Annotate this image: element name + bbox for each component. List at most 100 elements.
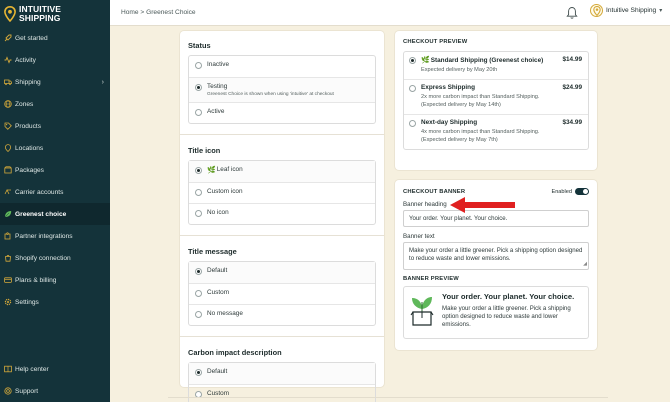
support-icon (4, 387, 12, 395)
option-label: Custom (207, 289, 230, 296)
shipping-option-next-day[interactable]: Next-day Shipping $34.99 4x more carbon … (404, 114, 588, 149)
shipping-options-list: 🌿Standard Shipping (Greenest choice) $14… (403, 51, 589, 151)
radio-button[interactable] (195, 268, 202, 275)
option-label: Leaf icon (216, 166, 243, 173)
radio-button[interactable] (195, 109, 202, 116)
sidebar-item-packages[interactable]: Packages (0, 159, 110, 181)
tag-icon (4, 122, 12, 130)
brand-name: INTUITIVE SHIPPING (19, 5, 61, 22)
shipping-option-description: 4x more carbon impact than Standard Ship… (421, 129, 582, 144)
sidebar-item-get-started[interactable]: Get started (0, 27, 110, 49)
shipping-option-name: Next-day Shipping (421, 119, 478, 127)
delivery-estimate-text: (Expected delivery by May 14th) (421, 101, 501, 108)
sidebar-item-label: Get started (15, 34, 48, 42)
avatar (590, 4, 603, 17)
option-label: No icon (207, 209, 229, 216)
billing-icon (4, 276, 12, 284)
radio-button[interactable] (195, 167, 202, 174)
sidebar-item-greenest-choice[interactable]: Greenest choice (0, 203, 110, 225)
title-icon-title: Title icon (188, 146, 221, 155)
radio-button[interactable] (195, 210, 202, 217)
shipping-option-name: 🌿Standard Shipping (Greenest choice) (421, 56, 582, 64)
carrier-icon (4, 188, 12, 196)
sidebar-item-partner-integrations[interactable]: Partner integrations (0, 225, 110, 247)
chevron-down-icon: ▾ (659, 8, 663, 14)
sidebar-item-carrier-accounts[interactable]: Carrier accounts (0, 181, 110, 203)
account-menu[interactable]: Intuitive Shipping ▾ (590, 4, 662, 17)
banner-preview-label: BANNER PREVIEW (403, 276, 459, 282)
brand-logo[interactable]: INTUITIVE SHIPPING (0, 0, 110, 27)
radio-button[interactable] (195, 189, 202, 196)
bell-icon[interactable] (566, 6, 578, 20)
help-icon (4, 365, 12, 373)
sidebar-item-shipping[interactable]: Shipping › (0, 71, 110, 93)
sidebar-item-settings[interactable]: Settings (0, 291, 110, 313)
section-divider (180, 134, 384, 135)
shopify-icon (4, 254, 12, 262)
shipping-option-name-text: Standard Shipping (Greenest choice) (430, 57, 544, 64)
sidebar-item-zones[interactable]: Zones (0, 93, 110, 115)
title-message-option-custom[interactable]: Custom (189, 283, 375, 304)
carbon-impact-title: Carbon impact description (188, 348, 282, 357)
sidebar-item-shopify-connection[interactable]: Shopify connection (0, 247, 110, 269)
sidebar: INTUITIVE SHIPPING Get started Activity … (0, 0, 110, 402)
shipping-option-standard[interactable]: 🌿Standard Shipping (Greenest choice) $14… (404, 52, 588, 79)
checkout-banner-label: CHECKOUT BANNER (403, 188, 466, 195)
status-option-inactive[interactable]: Inactive (189, 56, 375, 77)
radio-button[interactable] (195, 311, 202, 318)
radio-button[interactable] (409, 85, 416, 93)
radio-button[interactable] (195, 369, 202, 376)
carbon-option-default[interactable]: Default (189, 363, 375, 384)
status-title: Status (188, 41, 211, 50)
page-divider (168, 397, 608, 398)
option-label: Default (207, 267, 228, 274)
radio-button[interactable] (195, 84, 202, 91)
title-icon-radio-group: 🌿 Leaf icon Custom icon No icon (188, 160, 376, 225)
banner-text-label: Banner text (403, 233, 435, 240)
sidebar-item-products[interactable]: Products (0, 115, 110, 137)
checkout-preview-label: CHECKOUT PREVIEW (403, 39, 468, 45)
enabled-label: Enabled (551, 188, 572, 195)
shipping-option-price: $14.99 (562, 56, 582, 63)
location-pin-logo-icon (4, 5, 16, 22)
enabled-toggle[interactable] (575, 188, 589, 195)
status-option-active[interactable]: Active (189, 102, 375, 123)
leaf-icon (4, 210, 12, 218)
shipping-option-price: $34.99 (562, 119, 582, 127)
title-icon-option-leaf[interactable]: 🌿 Leaf icon (189, 161, 375, 182)
radio-button[interactable] (195, 290, 202, 297)
banner-preview-title: Your order. Your planet. Your choice. (442, 292, 575, 301)
banner-text-input[interactable]: Make your order a little greener. Pick a… (403, 242, 589, 270)
radio-button[interactable] (409, 57, 416, 64)
sidebar-item-plans-billing[interactable]: Plans & billing (0, 269, 110, 291)
resize-handle-icon[interactable]: ◢ (583, 260, 587, 268)
status-option-testing[interactable]: Testing Greenest Choice is shown when usi… (189, 77, 375, 102)
carbon-option-custom[interactable]: Custom (189, 384, 375, 402)
sidebar-item-label: Zones (15, 100, 34, 108)
option-label: Custom icon (207, 188, 243, 195)
option-label: Custom (207, 390, 230, 397)
checkout-preview-card: CHECKOUT PREVIEW 🌿Standard Shipping (Gre… (395, 31, 597, 170)
leaf-icon: 🌿 (207, 167, 216, 174)
shipping-option-express[interactable]: Express Shipping $24.99 2x more carbon i… (404, 79, 588, 114)
title-message-option-default[interactable]: Default (189, 262, 375, 283)
sidebar-item-support[interactable]: Support (0, 380, 110, 402)
banner-preview-content: Your order. Your planet. Your choice. Ma… (442, 292, 582, 333)
sidebar-item-help-center[interactable]: Help center (0, 358, 110, 380)
top-bar: Home > Greenest Choice Intuitive Shippin… (110, 0, 670, 26)
title-message-option-none[interactable]: No message (189, 304, 375, 325)
banner-text-value: Make your order a little greener. Pick a… (409, 247, 583, 262)
enabled-toggle-row: Enabled (551, 188, 589, 195)
sidebar-item-activity[interactable]: Activity (0, 49, 110, 71)
section-divider (180, 235, 384, 236)
sidebar-item-locations[interactable]: Locations (0, 137, 110, 159)
plant-box-icon (410, 297, 434, 326)
title-icon-option-none[interactable]: No icon (189, 203, 375, 224)
radio-button[interactable] (195, 62, 202, 69)
sidebar-item-label: Support (15, 387, 39, 395)
radio-button[interactable] (409, 120, 416, 128)
title-icon-option-custom[interactable]: Custom icon (189, 182, 375, 203)
gear-icon (4, 298, 12, 306)
breadcrumb[interactable]: Home > Greenest Choice (110, 9, 196, 16)
sidebar-bottom: Help center Support (0, 358, 110, 402)
